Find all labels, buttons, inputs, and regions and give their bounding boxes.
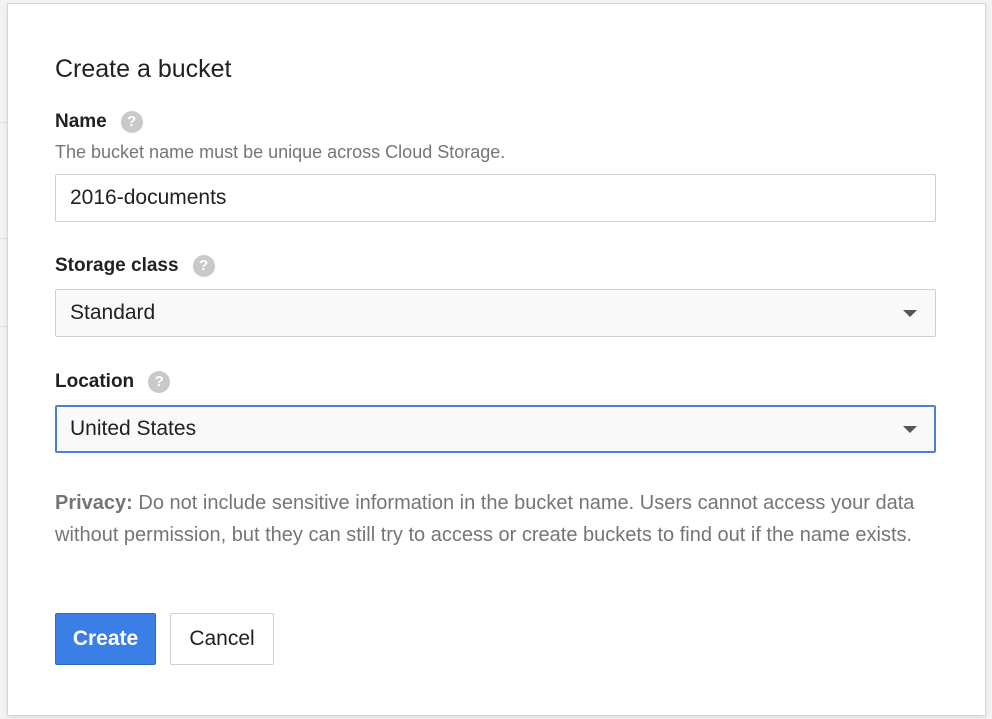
help-circle-icon[interactable]: ? [120,111,143,133]
location-label: Location [55,371,135,392]
name-label: Name [55,111,107,132]
bucket-name-input[interactable] [55,174,936,222]
create-bucket-dialog: Create a bucket Name ? The bucket name m… [8,4,985,715]
storage-class-select[interactable]: Standard [55,289,936,337]
privacy-text: Do not include sensitive information in … [55,492,915,546]
privacy-notice: Privacy: Do not include sensitive inform… [55,487,935,551]
privacy-heading: Privacy: [55,492,133,514]
create-button[interactable]: Create [55,613,156,665]
location-select[interactable]: United States [55,405,936,453]
caret-down-icon [903,309,917,317]
name-label-row: Name ? [55,110,143,134]
cancel-button[interactable]: Cancel [170,613,274,665]
storage-class-label: Storage class [55,255,179,276]
storage-class-label-row: Storage class ? [55,254,215,278]
name-hint: The bucket name must be unique across Cl… [55,142,506,162]
location-value: United States [70,417,197,440]
location-label-row: Location ? [55,370,171,394]
dialog-title: Create a bucket [55,55,232,83]
storage-class-value: Standard [70,301,156,324]
caret-down-icon [903,425,917,433]
help-circle-icon[interactable]: ? [148,371,171,393]
background-partial-glyph [0,44,8,66]
help-circle-icon[interactable]: ? [192,255,215,277]
